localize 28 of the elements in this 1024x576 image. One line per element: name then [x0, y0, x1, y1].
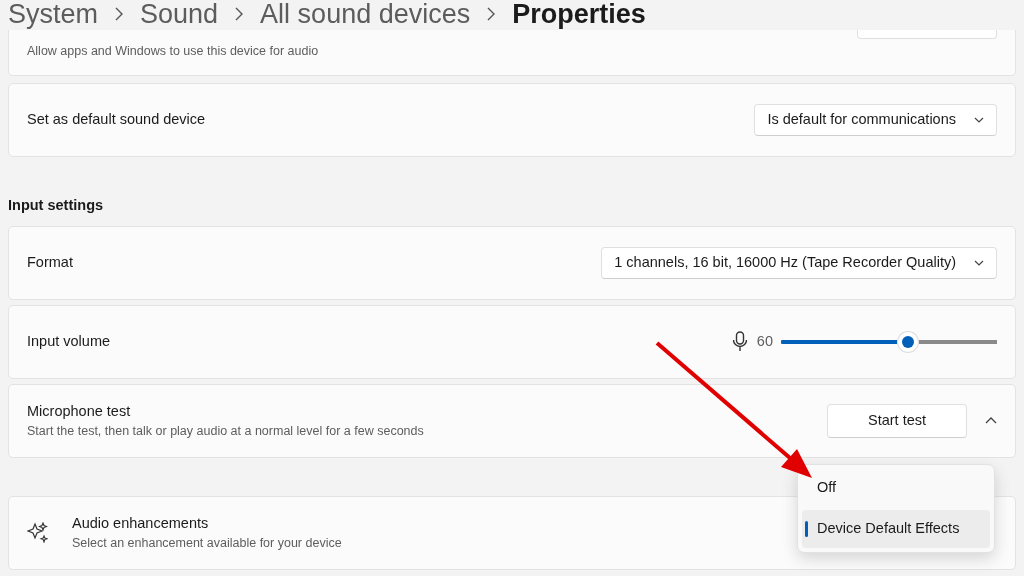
dropdown[interactable]: 1 channels, 16 bit, 16000 Hz (Tape Recorder Quality): [601, 246, 997, 279]
chevron-icon: [114, 7, 125, 21]
setting-description: Select an enhancement available for your device: [72, 535, 342, 553]
dropdown[interactable]: Is default for communications: [754, 104, 997, 136]
start-test-button[interactable]: Start test: [827, 403, 967, 438]
chevron-icon: [234, 7, 245, 21]
section-heading: Input settings: [8, 196, 105, 215]
setting-title: Microphone test: [27, 401, 132, 421]
menu-item[interactable]: Device Default Effects: [802, 510, 990, 548]
setting-description: Start the test, then talk or play audio at a normal level for a few seconds: [27, 423, 425, 441]
setting-description: Allow apps and Windows to use this device for audio: [27, 43, 320, 60]
slider-thumb[interactable]: [897, 330, 920, 353]
menu-item[interactable]: Off: [802, 469, 990, 507]
volume-reading: 60: [756, 331, 773, 351]
chevron-down-icon: [974, 117, 984, 123]
setting-title: Format: [27, 252, 74, 272]
chevron-icon: [486, 7, 497, 21]
breadcrumb-link[interactable]: All sound devices: [260, 0, 471, 28]
chevron-down-icon: [974, 259, 984, 266]
breadcrumb-link[interactable]: Sound: [140, 0, 219, 28]
breadcrumb-link[interactable]: System: [8, 0, 99, 28]
sparkle-icon: [27, 522, 48, 544]
setting-title: Set as default sound device: [27, 110, 207, 130]
setting-title: Input volume: [27, 331, 112, 351]
breadcrumb-current: Properties: [512, 0, 646, 28]
setting-title: Audio enhancements: [72, 513, 210, 533]
chevron-up-icon[interactable]: [985, 417, 997, 425]
microphone-icon: [730, 331, 749, 353]
